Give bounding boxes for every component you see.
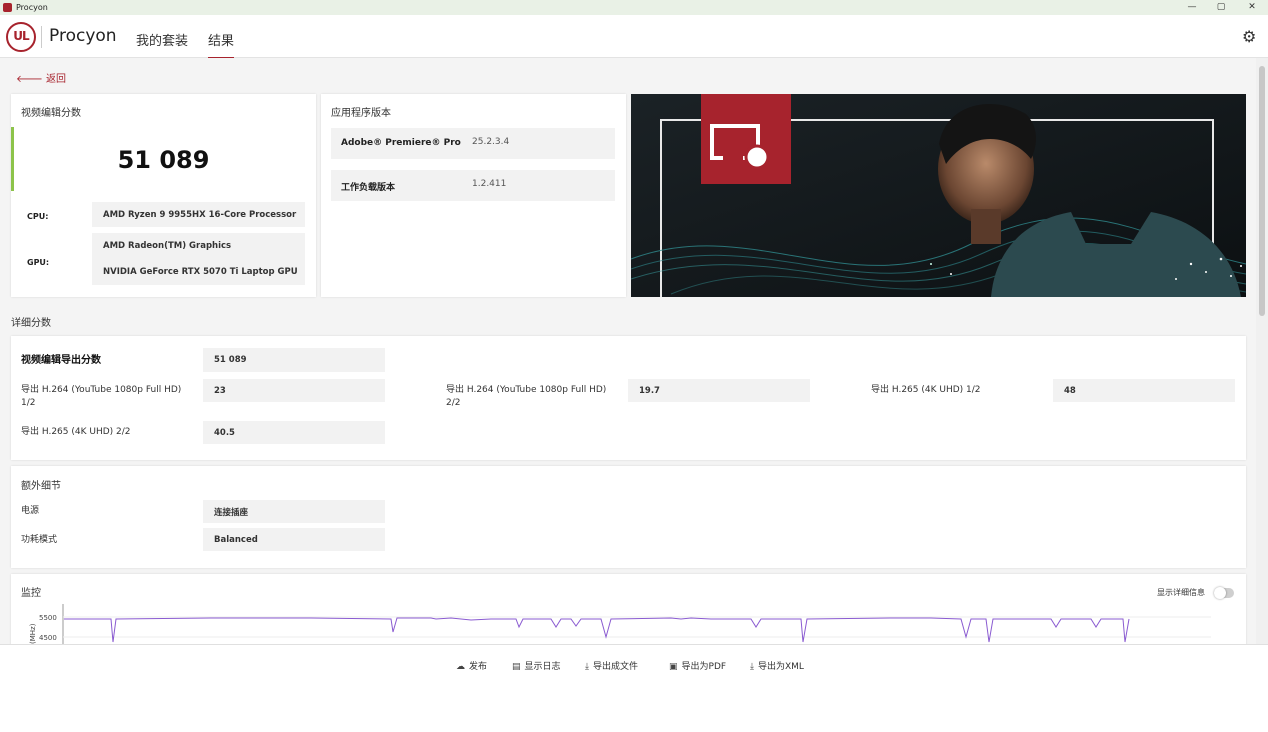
app-icon — [3, 3, 12, 12]
arrow-left-icon: 🡐 — [16, 74, 43, 85]
gear-icon[interactable]: ⚙ — [1242, 27, 1256, 46]
detail-label: 导出 H.265 (4K UHD) 2/2 — [21, 427, 131, 437]
video-editing-score: 51 089 — [117, 146, 210, 174]
version-key: 工作负载版本 — [341, 183, 396, 193]
hero-illustration — [631, 94, 1246, 297]
monitoring-card: 监控 显示详细信息 5500 4500 (MHz) — [11, 574, 1246, 644]
download-icon: ⤓ — [585, 662, 589, 672]
show-log-button[interactable]: ▤ 显示日志 — [512, 659, 561, 672]
top-navbar: UL Procyon 我的套装 结果 ⚙ — [0, 15, 1268, 59]
window-title: Procyon — [16, 3, 48, 12]
close-button[interactable]: ✕ — [1237, 0, 1267, 15]
monitoring-chart: 5500 4500 (MHz) — [29, 604, 1211, 644]
detail-value: 23 — [203, 379, 385, 402]
cloud-upload-icon: ☁ — [456, 662, 465, 672]
extra-value: 连接插座 — [203, 500, 385, 523]
export-file-button[interactable]: ⤓ 导出成文件 — [585, 659, 638, 672]
frequency-line — [64, 617, 1130, 643]
monitoring-title: 监控 — [21, 588, 41, 599]
detail-value: 40.5 — [203, 421, 385, 444]
logo-divider — [41, 26, 42, 48]
gpu-value-2: NVIDIA GeForce RTX 5070 Ti Laptop GPU — [103, 267, 298, 277]
minimize-button[interactable]: — — [1177, 0, 1207, 15]
detail-toggle[interactable] — [1214, 587, 1234, 599]
main-score-value: 51 089 — [203, 348, 385, 372]
tab-results[interactable]: 结果 — [208, 30, 235, 59]
cpu-value: AMD Ryzen 9 9955HX 16-Core Processor — [92, 202, 305, 227]
detail-label: 导出 H.264 (YouTube 1080p Full HD) 2/2 — [446, 385, 607, 408]
cpu-label: CPU: — [27, 212, 49, 221]
extra-details-title: 额外细节 — [21, 481, 61, 492]
gpu-label: GPU: — [27, 258, 50, 267]
gpu-value-box: AMD Radeon(TM) Graphics NVIDIA GeForce R… — [92, 233, 305, 285]
version-row: Adobe® Premiere® Pro 25.2.3.4 — [331, 128, 615, 159]
export-xml-button[interactable]: ⤓ 导出为XML — [750, 659, 804, 672]
extra-label: 功耗模式 — [21, 535, 58, 545]
app-version-title: 应用程序版本 — [331, 108, 391, 119]
scrollbar-thumb[interactable] — [1259, 66, 1265, 316]
version-key: Adobe® Premiere® Pro — [341, 138, 461, 148]
score-card: 视频编辑分数 51 089 CPU: AMD Ryzen 9 9955HX 16… — [11, 94, 316, 297]
main-score-label: 视频编辑导出分数 — [21, 355, 101, 366]
y-tick-label: 4500 — [39, 634, 57, 642]
detail-toggle-label: 显示详细信息 — [1157, 588, 1205, 597]
extra-value: Balanced — [203, 528, 385, 551]
version-value: 25.2.3.4 — [472, 137, 510, 147]
details-card: 视频编辑导出分数 51 089 导出 H.264 (YouTube 1080p … — [11, 336, 1246, 460]
export-pdf-button[interactable]: ▣ 导出为PDF — [669, 659, 726, 672]
ul-logo: UL — [6, 22, 36, 52]
brand-name: Procyon — [49, 26, 117, 46]
window-titlebar: Procyon — ▢ ✕ — [0, 0, 1268, 15]
extra-label: 电源 — [21, 506, 40, 516]
page-scrollbar[interactable] — [1256, 58, 1268, 644]
detail-value: 48 — [1053, 379, 1235, 402]
results-content: 🡐 返回 视频编辑分数 51 089 CPU: AMD Ryzen 9 9955… — [0, 58, 1256, 644]
gpu-value-1: AMD Radeon(TM) Graphics — [103, 241, 232, 251]
hero-image — [631, 94, 1246, 297]
tab-my-suites[interactable]: 我的套装 — [136, 30, 188, 49]
y-tick-label: 5500 — [39, 614, 57, 622]
y-axis-unit: (MHz) — [29, 623, 37, 644]
download-icon: ⤓ — [750, 662, 754, 672]
detail-value: 19.7 — [628, 379, 810, 402]
back-link[interactable]: 🡐 返回 — [16, 70, 66, 85]
detail-label: 导出 H.265 (4K UHD) 1/2 — [871, 385, 981, 395]
extra-details-card: 额外细节 电源 连接插座 功耗模式 Balanced — [11, 466, 1246, 568]
detail-label: 导出 H.264 (YouTube 1080p Full HD) 1/2 — [21, 385, 182, 408]
version-row: 工作负载版本 1.2.411 — [331, 170, 615, 201]
details-heading: 详细分数 — [11, 318, 51, 329]
score-card-title: 视频编辑分数 — [21, 108, 81, 119]
document-icon: ▤ — [512, 662, 521, 672]
version-value: 1.2.411 — [472, 179, 507, 189]
publish-button[interactable]: ☁ 发布 — [456, 659, 487, 672]
premiere-badge — [701, 94, 791, 184]
app-version-card: 应用程序版本 Adobe® Premiere® Pro 25.2.3.4 工作负… — [321, 94, 626, 297]
maximize-button[interactable]: ▢ — [1206, 0, 1236, 15]
footer-toolbar: ☁ 发布 ▤ 显示日志 ⤓ 导出成文件 ▣ 导出为PDF ⤓ 导出为XML — [0, 644, 1268, 732]
save-icon: ▣ — [669, 662, 678, 672]
